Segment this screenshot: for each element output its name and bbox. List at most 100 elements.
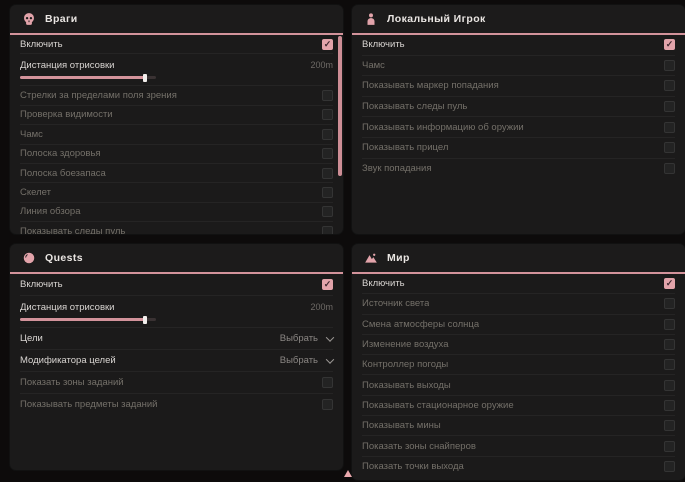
checkbox-checked[interactable]: ✓ [664,39,675,50]
panel-enemies-body: Включить✓Дистанция отрисовки200m Стрелки … [10,35,343,234]
slider-thumb[interactable] [143,74,147,82]
panel-local-player-header: Локальный Игрок [352,5,685,35]
toggle-row: Включить ✓ [362,35,675,56]
toggle-row: Включить ✓ [362,274,675,294]
slider-row: Дистанция отрисовки 200m [20,296,333,328]
checkbox-unchecked[interactable] [664,319,675,330]
dropdown-value: Выбрать [280,333,318,344]
checkbox-unchecked[interactable] [664,101,675,112]
toggle-row: Включить✓ [20,35,333,54]
dropdown-row: Цели Выбрать [20,328,333,350]
checkbox-unchecked[interactable] [322,399,333,410]
dropdown-select[interactable]: Выбрать [280,333,333,344]
toggle-row: Показывать предметы заданий [20,394,333,415]
checkbox-checked[interactable]: ✓ [322,279,333,290]
toggle-row: Включить✓ [20,274,333,296]
toggle-row: Источник света [362,294,675,314]
toggle-row: Показывать информацию об оружии [362,117,675,138]
row-label: Смена атмосферы солнца [362,319,479,330]
toggle-row: Стрелки за пределами поля зрения [20,86,333,105]
row-label: Показывать прицел [362,142,448,153]
slider-value: 200m [310,302,333,312]
row-label: Контроллер погоды [362,359,448,370]
toggle-row: Полоска здоровья [20,145,333,164]
toggle-row: Показать точки выхода [362,457,675,476]
checkbox-unchecked[interactable] [322,109,333,120]
checkbox-unchecked[interactable] [322,377,333,388]
mountain-icon [364,251,378,265]
checkmark-icon: ✓ [666,279,674,288]
toggle-row: Скелет [20,183,333,202]
slider-label: Дистанция отрисовки [20,302,114,313]
row-label: Стрелки за пределами поля зрения [20,90,177,101]
row-label: Показывать стационарное оружие [362,400,514,411]
row-label: Показать зоны заданий [20,377,124,388]
checkbox-unchecked[interactable] [322,129,333,140]
skull-icon [22,12,36,26]
panel-enemies-header: Враги [10,5,343,35]
slider-track[interactable] [20,318,156,321]
checkbox-unchecked[interactable] [322,168,333,179]
checkbox-unchecked[interactable] [664,380,675,391]
row-label: Показывать выходы [362,380,451,391]
checkbox-unchecked[interactable] [664,359,675,370]
checkbox-unchecked[interactable] [664,400,675,411]
toggle-row: Показывать выходы [362,375,675,395]
row-label: Показывать следы пуль [362,101,467,112]
panel-quests-header: Quests [10,244,343,274]
row-label: Линия обзора [20,206,81,217]
enemies-scrollbar[interactable] [338,36,342,176]
row-label: Проверка видимости [20,109,113,120]
checkbox-checked[interactable]: ✓ [664,278,675,289]
panel-world-body: Включить ✓ Источник света Смена атмосферы с… [352,274,685,476]
checkbox-unchecked[interactable] [322,226,333,234]
slider-value: 200m [310,60,333,70]
toggle-row: Проверка видимости [20,106,333,125]
checkbox-unchecked[interactable] [664,60,675,71]
toggle-row: Изменение воздуха [362,335,675,355]
row-label: Включить [362,39,405,50]
checkbox-unchecked[interactable] [664,441,675,452]
row-label: Показывать мины [362,420,441,431]
row-label: Включить [362,278,405,289]
checkbox-unchecked[interactable] [664,163,675,174]
checkbox-unchecked[interactable] [664,122,675,133]
slider-row: Дистанция отрисовки200m [20,54,333,86]
toggle-row: Полоска боезапаса [20,164,333,183]
row-label: Показывать следы пуль [20,226,125,234]
row-label: Цели [20,333,43,344]
checkbox-unchecked[interactable] [664,80,675,91]
row-label: Звук попадания [362,163,432,174]
toggle-row: Линия обзора [20,203,333,222]
dropdown-select[interactable]: Выбрать [280,355,333,366]
panel-local-player-title: Локальный Игрок [387,13,486,25]
row-label: Полоска здоровья [20,148,101,159]
checkbox-unchecked[interactable] [322,148,333,159]
checkbox-unchecked[interactable] [322,187,333,198]
panel-world: Мир Включить✓Источник светаСмена атмосфе… [352,244,685,480]
checkbox-unchecked[interactable] [664,298,675,309]
checkbox-unchecked[interactable] [664,339,675,350]
row-label: Модификатора целей [20,355,116,366]
slider-fill [20,318,146,321]
toggle-row: Чамс [362,56,675,77]
slider-fill [20,76,146,79]
row-label: Источник света [362,298,429,309]
toggle-row: Показывать мины [362,416,675,436]
checkbox-checked[interactable]: ✓ [322,39,333,50]
row-label: Показать точки выхода [362,461,464,472]
panel-quests-body: Включить✓ Дистанция отрисовки 200m Цели Выбр… [10,274,343,415]
row-label: Показывать маркер попадания [362,80,499,91]
toggle-row: Показать зоны заданий [20,372,333,394]
checkbox-unchecked[interactable] [322,90,333,101]
checkbox-unchecked[interactable] [664,461,675,472]
checkbox-unchecked[interactable] [664,420,675,431]
checkbox-unchecked[interactable] [322,206,333,217]
row-label: Скелет [20,187,51,198]
slider-thumb[interactable] [143,316,147,324]
panel-enemies: Враги Включить✓Дистанция отрисовки200m Ст… [10,5,343,234]
panel-enemies-title: Враги [45,13,78,25]
slider-track[interactable] [20,76,156,79]
chevron-down-icon [326,333,334,341]
checkbox-unchecked[interactable] [664,142,675,153]
